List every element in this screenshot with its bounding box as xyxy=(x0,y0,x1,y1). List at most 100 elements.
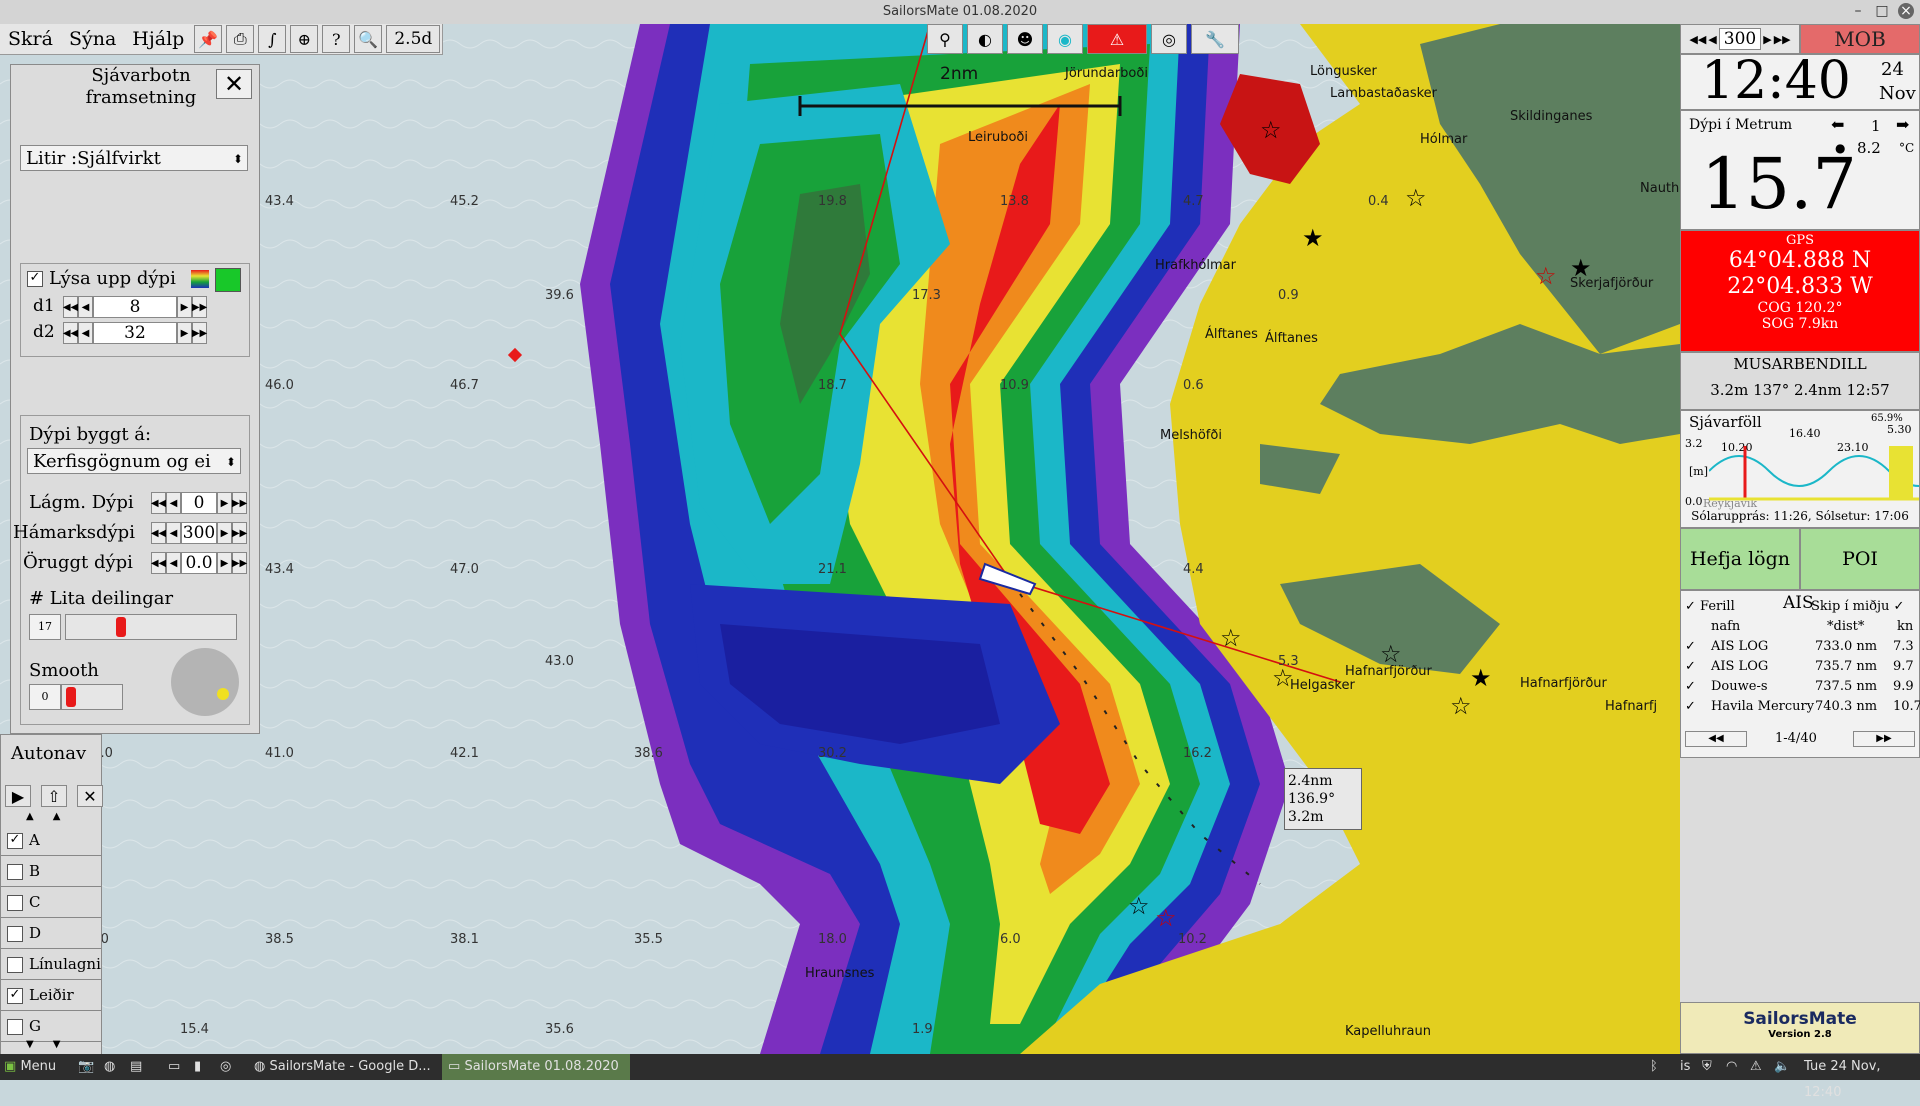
d2-stepper[interactable]: ◀◀ ◀ 32 ▶ ▶▶ xyxy=(63,322,207,344)
waypoint-box[interactable]: MUSARBENDILL 3.2m 137° 2.4nm 12:57 xyxy=(1680,352,1920,410)
autonav-item[interactable]: D xyxy=(1,918,101,949)
ais-target-icon[interactable]: ☆ xyxy=(1535,262,1557,290)
green-color-swatch[interactable] xyxy=(215,268,241,292)
autonav-item[interactable]: ✓ Leiðir xyxy=(1,980,101,1011)
colors-select[interactable]: Litir :Sjálfvirkt ⬍ xyxy=(20,145,248,171)
smooth-slider[interactable] xyxy=(61,684,123,710)
keyboard-layout[interactable]: is xyxy=(1680,1054,1690,1080)
ais-center-checkbox[interactable]: Skip í miðju ✓ xyxy=(1811,599,1904,614)
poi-button[interactable]: POI xyxy=(1800,528,1920,590)
menu-help[interactable]: Hjálp xyxy=(124,28,192,50)
ais-target-icon[interactable]: ★ xyxy=(1302,224,1324,252)
slider-handle[interactable] xyxy=(116,617,126,637)
ais-row[interactable]: ✓ AIS LOG 735.7 nm 9.7 xyxy=(1685,659,1917,679)
zoom-icon[interactable]: 🔍 xyxy=(354,25,383,53)
start-menu-button[interactable]: ▣ Menu xyxy=(4,1054,68,1080)
autonav-item[interactable]: B xyxy=(1,856,101,887)
depth-label: 4.4 xyxy=(1183,562,1204,577)
ais-target-icon[interactable]: ☆ xyxy=(1260,116,1282,144)
ais-next-page-icon[interactable]: ▶▶ xyxy=(1853,731,1915,747)
maximize-icon[interactable]: □ xyxy=(1874,3,1890,19)
taskbar-clock[interactable]: Tue 24 Nov, 12:40 xyxy=(1804,1054,1920,1100)
max-depth-stepper[interactable]: ◀◀ ◀ 300 ▶ ▶▶ xyxy=(151,522,247,544)
weather-icon[interactable]: ◉ xyxy=(1047,24,1083,54)
min-depth-stepper[interactable]: ◀◀ ◀ 0 ▶ ▶▶ xyxy=(151,492,247,514)
ais-target-icon[interactable]: ☆ xyxy=(1380,640,1402,668)
binoculars-icon[interactable]: ⚲ xyxy=(927,24,963,54)
question-icon[interactable]: ? xyxy=(322,25,351,53)
print-icon[interactable]: ⎙ xyxy=(226,25,255,53)
pin-icon[interactable]: 📌 xyxy=(194,25,223,53)
upload-icon[interactable]: ⇧ xyxy=(41,785,67,807)
depth-label: 6.0 xyxy=(1000,932,1021,947)
files-icon[interactable]: ▤ xyxy=(130,1054,142,1080)
wifi-icon[interactable]: ◠ xyxy=(1726,1054,1737,1080)
ais-target-icon[interactable]: ☆ xyxy=(1220,624,1242,652)
built-on-label: Dýpi byggt á: xyxy=(29,424,152,445)
safe-depth-stepper[interactable]: ◀◀ ◀ 0.0 ▶ ▶▶ xyxy=(151,552,247,574)
minimize-icon[interactable]: – xyxy=(1850,3,1866,19)
start-log-button[interactable]: Hefja lögn xyxy=(1680,528,1800,590)
shield-icon[interactable]: ⛨ xyxy=(1702,1054,1712,1080)
ais-target-icon[interactable]: ☆ xyxy=(1155,904,1177,932)
light-direction-dial[interactable] xyxy=(171,648,239,716)
route-icon[interactable]: ∫ xyxy=(258,25,287,53)
volume-icon[interactable]: 🔈 xyxy=(1774,1054,1790,1080)
taskbar-item[interactable]: ◍ SailorsMate - Google D... xyxy=(254,1054,438,1080)
folder-icon[interactable]: ▭ xyxy=(168,1054,180,1080)
ais-target-icon[interactable]: ☆ xyxy=(1272,664,1294,692)
ais-target-icon[interactable]: ☆ xyxy=(1450,692,1472,720)
place-label: Hólmar xyxy=(1420,132,1468,147)
brand-logo: SailorsMate xyxy=(1743,1009,1857,1029)
depth-label: Dýpi í Metrum xyxy=(1689,117,1793,133)
range-stepper[interactable]: ◀◀ ◀ 300 ▶ ▶▶ xyxy=(1680,24,1800,54)
delete-icon[interactable]: ✕ xyxy=(77,785,103,807)
chrome-icon[interactable]: ◍ xyxy=(104,1054,115,1080)
mob-button[interactable]: MOB xyxy=(1800,24,1920,54)
light-depth-checkbox[interactable]: ✓ xyxy=(27,271,43,287)
day-night-icon[interactable]: ◐ xyxy=(967,24,1003,54)
target-icon[interactable]: ⊕ xyxy=(290,25,319,53)
built-on-select[interactable]: Kerfisgögnum og ei ⬍ xyxy=(27,448,241,474)
bluetooth-icon[interactable]: ᛒ xyxy=(1650,1054,1658,1080)
close-panel-button[interactable]: ✕ xyxy=(216,69,252,99)
ais-target-icon[interactable]: ☆ xyxy=(1128,892,1150,920)
taskbar-item-active[interactable]: ▭ SailorsMate 01.08.2020 xyxy=(442,1054,630,1080)
ais-track-checkbox[interactable]: ✓ Ferill xyxy=(1685,599,1735,614)
slider-handle[interactable] xyxy=(66,687,76,707)
close-window-icon[interactable]: × xyxy=(1898,3,1914,19)
scroll-up-icon[interactable]: ▲ ▲ xyxy=(26,811,60,822)
ais-row[interactable]: ✓ AIS LOG 733.0 nm 7.3 xyxy=(1685,639,1917,659)
scroll-down-icon[interactable]: ▼ ▼ xyxy=(26,1039,60,1050)
depth-label: 0.9 xyxy=(1278,288,1299,303)
menu-file[interactable]: Skrá xyxy=(0,28,61,50)
record-icon[interactable]: ◎ xyxy=(1151,24,1187,54)
color-divisions-slider[interactable] xyxy=(65,614,237,640)
gps-box: GPS 64°04.888 N 22°04.833 W COG 120.2° S… xyxy=(1680,230,1920,352)
ais-target-icon[interactable]: ★ xyxy=(1570,254,1592,282)
firefox-icon[interactable]: ◎ xyxy=(220,1054,231,1080)
ais-row[interactable]: ✓ Douwe-s 737.5 nm 9.9 xyxy=(1685,679,1917,699)
ais-target-icon[interactable]: ☆ xyxy=(1405,184,1427,212)
warning-icon[interactable]: ⚠ xyxy=(1750,1054,1762,1080)
terminal-icon[interactable]: ▮ xyxy=(194,1054,201,1080)
autonav-item[interactable]: Línulagnir xyxy=(1,949,101,980)
ais-row[interactable]: ✓ Havila Mercury 740.3 nm 10.7 xyxy=(1685,699,1920,719)
ais-prev-page-icon[interactable]: ◀◀ xyxy=(1685,731,1747,747)
palette-icon[interactable] xyxy=(191,270,209,288)
zoom-level-button[interactable]: 2.5d xyxy=(386,25,441,53)
autonav-item[interactable]: ✓ A xyxy=(1,825,101,856)
depth-next-icon[interactable]: ➡ xyxy=(1896,115,1909,134)
menu-view[interactable]: Sýna xyxy=(61,28,124,50)
d1-stepper[interactable]: ◀◀ ◀ 8 ▶ ▶▶ xyxy=(63,296,207,318)
captain-icon[interactable]: ☻ xyxy=(1007,24,1043,54)
ais-target-icon[interactable]: ★ xyxy=(1470,664,1492,692)
camera-icon[interactable]: 📷 xyxy=(78,1054,94,1080)
autonav-item[interactable]: G xyxy=(1,1011,101,1042)
alarm-icon[interactable]: ⚠ xyxy=(1087,24,1147,54)
light-source-dot[interactable] xyxy=(217,688,229,700)
depth-prev-icon[interactable]: ⬅ xyxy=(1831,115,1844,134)
play-icon[interactable]: ▶ xyxy=(5,785,31,807)
settings-wrench-icon[interactable]: 🔧 xyxy=(1191,24,1239,54)
autonav-item[interactable]: C xyxy=(1,887,101,918)
